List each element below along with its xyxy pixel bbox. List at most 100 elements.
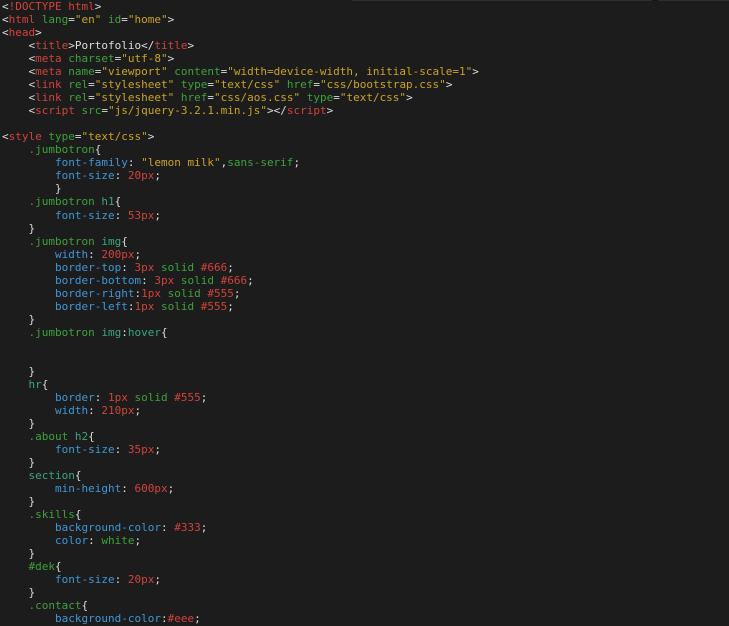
- code-token-p: {: [75, 508, 82, 521]
- code-token-p: =: [75, 130, 82, 143]
- code-token-p: [68, 430, 75, 443]
- code-token-num: 1px: [141, 287, 161, 300]
- code-token-attr: solid: [161, 300, 194, 313]
- code-line: font-size: 35px;: [2, 443, 729, 456]
- code-token-p: ;: [201, 521, 208, 534]
- code-area[interactable]: <!DOCTYPE html><html lang="en" id="home"…: [0, 0, 729, 626]
- code-token-p: <: [2, 13, 9, 26]
- code-line: font-family: "lemon milk",sans-serif;: [2, 156, 729, 169]
- code-token-p: :: [115, 573, 128, 586]
- code-line: font-size: 20px;: [2, 169, 729, 182]
- code-line: }: [2, 182, 729, 195]
- code-token-p: [174, 274, 181, 287]
- code-token-p: [154, 300, 161, 313]
- code-token-attr: href: [287, 78, 314, 91]
- code-token-prop: font-size: [2, 573, 115, 586]
- code-token-p: {: [161, 326, 168, 339]
- code-token-p: >: [472, 65, 479, 78]
- code-token-p: </: [141, 39, 154, 52]
- code-token-p: {: [81, 599, 88, 612]
- code-line: width: 200px;: [2, 248, 729, 261]
- code-token-p: [75, 104, 82, 117]
- code-line: .jumbotron{: [2, 143, 729, 156]
- code-token-attr: solid: [161, 261, 194, 274]
- code-token-str: "text/css": [82, 130, 148, 143]
- code-token-p: ;: [134, 404, 141, 417]
- code-token-str: "stylesheet": [95, 78, 174, 91]
- code-token-p: [154, 261, 161, 274]
- code-token-prop: min-height: [2, 482, 121, 495]
- code-line: }: [2, 365, 729, 378]
- code-token-tag: style: [9, 130, 42, 143]
- code-token-p: >: [68, 39, 75, 52]
- code-token-el: section: [2, 469, 75, 482]
- code-line: background-color:#eee;: [2, 612, 729, 625]
- code-token-num: #666: [201, 261, 228, 274]
- code-token-num: 35px: [128, 443, 155, 456]
- code-line: }: [2, 547, 729, 560]
- code-token-sel: #dek: [2, 560, 55, 573]
- code-token-str: "viewport": [101, 65, 167, 78]
- code-token-attr: src: [82, 104, 102, 117]
- code-line: width: 210px;: [2, 404, 729, 417]
- code-token-p: :: [121, 482, 134, 495]
- code-token-p: <: [2, 104, 35, 117]
- code-token-p: =: [101, 104, 108, 117]
- code-token-p: ;: [154, 169, 161, 182]
- code-token-attr: rel: [68, 91, 88, 104]
- code-token-el: img: [101, 326, 121, 339]
- code-line: [2, 352, 729, 365]
- code-token-attr: lang: [42, 13, 69, 26]
- code-token-num: 210px: [101, 404, 134, 417]
- code-token-tag: !DOCTYPE html: [9, 0, 95, 13]
- code-token-tag: title: [35, 39, 68, 52]
- code-token-p: :: [161, 521, 174, 534]
- code-line: section{: [2, 469, 729, 482]
- code-token-p: }: [2, 365, 35, 378]
- code-token-p: :: [115, 443, 128, 456]
- code-token-p: ;: [247, 274, 254, 287]
- code-token-prop: background-color: [2, 612, 161, 625]
- code-token-tag: meta: [35, 65, 62, 78]
- code-token-attr: solid: [168, 287, 201, 300]
- code-token-str: "css/bootstrap.css": [320, 78, 446, 91]
- code-token-prop: color: [2, 534, 88, 547]
- code-line: .jumbotron img{: [2, 235, 729, 248]
- code-token-p: ></: [267, 104, 287, 117]
- code-token-p: [161, 287, 168, 300]
- code-line: border-top: 3px solid #666;: [2, 261, 729, 274]
- code-token-txt: Portofolio: [75, 39, 141, 52]
- code-token-tag: link: [35, 78, 62, 91]
- code-token-tag: html: [9, 13, 36, 26]
- code-token-p: <: [2, 78, 35, 91]
- code-token-sel: .jumbotron: [2, 143, 95, 156]
- code-token-prop: width: [2, 248, 88, 261]
- code-token-num: #666: [221, 274, 248, 287]
- code-token-p: ;: [154, 573, 161, 586]
- code-token-attr: id: [108, 13, 121, 26]
- code-token-p: >: [168, 13, 175, 26]
- code-token-str: "home": [128, 13, 168, 26]
- code-line: border-bottom: 3px solid #666;: [2, 274, 729, 287]
- code-token-p: {: [75, 469, 82, 482]
- code-line: <html lang="en" id="home">: [2, 13, 729, 26]
- code-token-attr: sans-serif: [227, 156, 293, 169]
- code-line: border-right:1px solid #555;: [2, 287, 729, 300]
- code-token-str: "js/jquery-3.2.1.min.js": [108, 104, 267, 117]
- code-token-p: {: [42, 378, 49, 391]
- code-token-tag: meta: [35, 52, 62, 65]
- code-token-num: #555: [207, 287, 234, 300]
- code-token-p: {: [55, 560, 62, 573]
- code-token-p: :: [128, 156, 141, 169]
- code-line: <link rel="stylesheet" href="css/aos.css…: [2, 91, 729, 104]
- code-token-prop: border-right: [2, 287, 134, 300]
- code-token-p: >: [95, 0, 102, 13]
- code-token-tag: head: [9, 26, 36, 39]
- code-token-p: >: [168, 52, 175, 65]
- code-line: [2, 117, 729, 130]
- code-token-attr: solid: [134, 391, 167, 404]
- code-token-p: {: [115, 195, 122, 208]
- code-token-prop: font-size: [2, 209, 115, 222]
- code-line: <!DOCTYPE html>: [2, 0, 729, 13]
- code-token-str: "text/css": [214, 78, 280, 91]
